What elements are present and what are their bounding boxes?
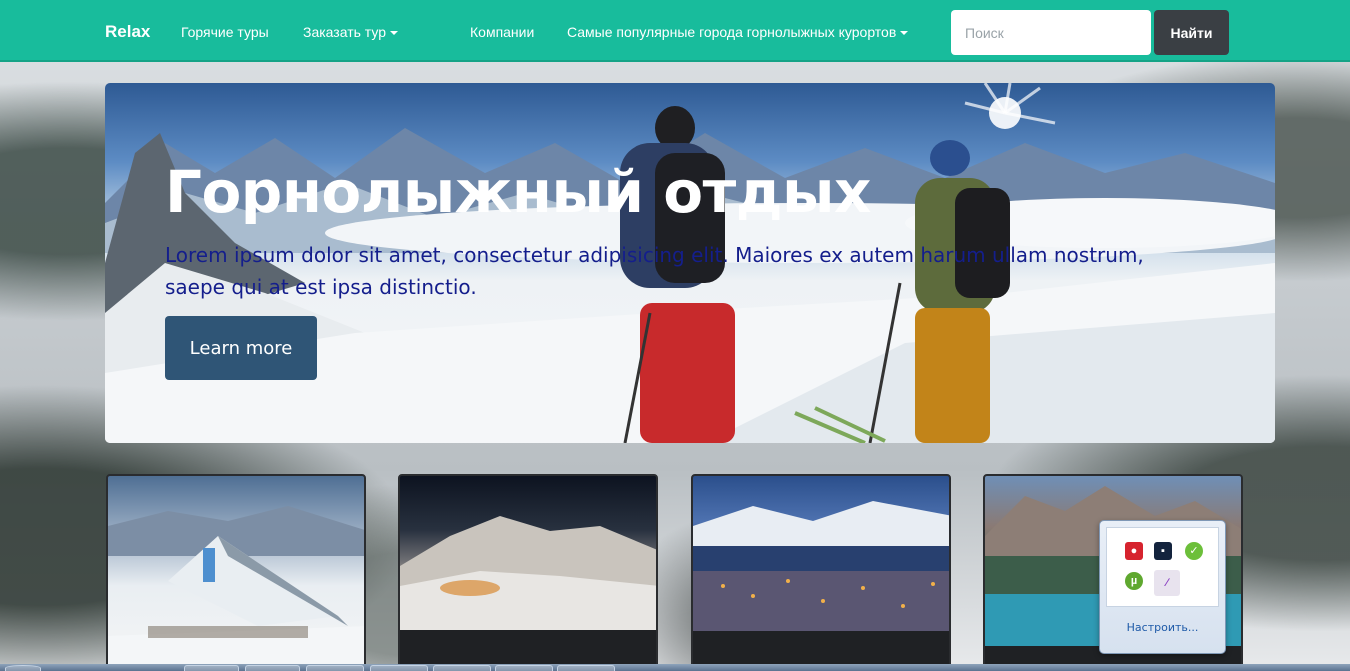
start-button[interactable] — [5, 665, 41, 671]
hotel-illustration — [108, 506, 364, 671]
thumbnail-mountain-hotel[interactable] — [106, 474, 366, 671]
tray-overflow-popup: ● ▪ ✓ µ ∕ Настроить... — [1099, 520, 1226, 654]
nav-order-tour-dropdown[interactable]: Заказать тур — [303, 24, 398, 40]
taskbar-item[interactable] — [370, 665, 428, 671]
nav-order-tour-label: Заказать тур — [303, 24, 386, 40]
monitor-icon[interactable]: ▪ — [1154, 542, 1172, 560]
hero-title: Горнолыжный отдых — [165, 158, 871, 226]
taskbar-item[interactable] — [433, 665, 491, 671]
nav-hot-tours[interactable]: Горячие туры — [181, 24, 269, 40]
hero-description: Lorem ipsum dolor sit amet, consectetur … — [165, 243, 1144, 299]
night-mountain-illustration — [400, 516, 656, 630]
evernote-icon[interactable]: ✓ — [1185, 542, 1203, 560]
utorrent-icon[interactable]: µ — [1125, 572, 1143, 590]
city-lights-illustration — [693, 501, 949, 631]
app-red-icon[interactable]: ● — [1125, 542, 1143, 560]
taskbar-item[interactable] — [557, 665, 615, 671]
nav-popular-cities-dropdown[interactable]: Самые популярные города горнолыжных куро… — [567, 24, 909, 40]
thumbnail-night-mountain[interactable] — [398, 474, 658, 671]
hero-jumbotron: Горнолыжный отдых Lorem ipsum dolor sit … — [105, 83, 1275, 443]
brand-logo[interactable]: Relax — [105, 22, 150, 42]
tray-customize-link[interactable]: Настроить... — [1100, 621, 1225, 634]
caret-down-icon — [390, 31, 398, 36]
learn-more-button[interactable]: Learn more — [165, 316, 317, 380]
tray-icons-area: ● ▪ ✓ µ ∕ — [1106, 527, 1219, 607]
thumbnail-city-lights[interactable] — [691, 474, 951, 671]
nav-companies[interactable]: Компании — [470, 24, 534, 40]
taskbar-item[interactable] — [306, 665, 364, 671]
navbar: Relax Горячие туры Заказать тур Компании… — [0, 0, 1350, 62]
caret-down-icon — [900, 31, 909, 36]
nav-popular-cities-label: Самые популярные города горнолыжных куро… — [567, 24, 897, 40]
search-input[interactable] — [951, 10, 1151, 55]
taskbar-item[interactable] — [184, 665, 239, 671]
pen-icon[interactable]: ∕ — [1154, 570, 1180, 596]
taskbar-item[interactable] — [495, 665, 553, 671]
taskbar-item[interactable] — [245, 665, 300, 671]
search-button[interactable]: Найти — [1154, 10, 1229, 55]
taskbar — [0, 664, 1350, 671]
